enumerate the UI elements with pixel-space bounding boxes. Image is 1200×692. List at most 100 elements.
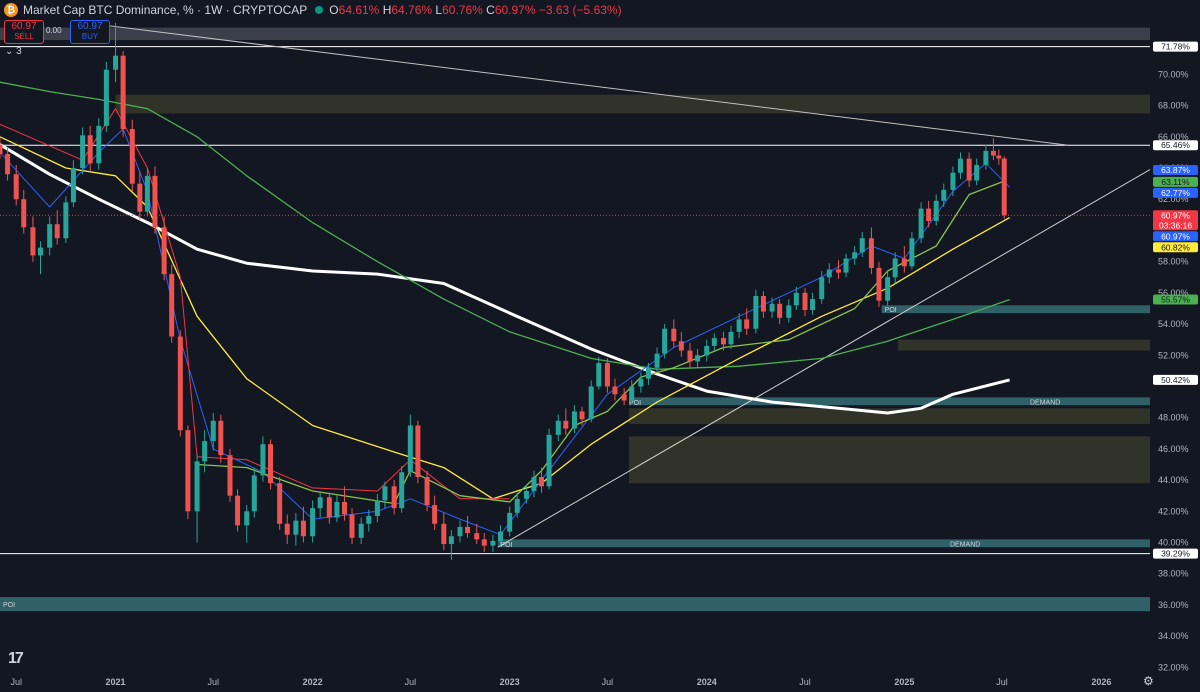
candle-body [909, 238, 915, 267]
candle [546, 428, 552, 490]
price-badge-label: 60.97% [1161, 231, 1190, 241]
buy-button[interactable]: 60.97 BUY [70, 20, 110, 44]
candle-body [374, 500, 380, 516]
y-tick-label: 58.00% [1158, 257, 1189, 267]
price-badge: 55.57% [1153, 294, 1198, 305]
candle-body [358, 523, 364, 538]
candle-body [885, 277, 891, 301]
zone-demand-4 [628, 397, 1150, 406]
candle-body [736, 319, 742, 332]
candle-body [481, 539, 487, 546]
zone-supply-1 [115, 94, 1150, 114]
x-tick-label: Jul [602, 677, 614, 687]
candle [662, 324, 668, 359]
candle-body [933, 200, 939, 222]
price-badge-label: 39.29% [1161, 549, 1190, 559]
candle-body [769, 303, 775, 312]
candle [588, 380, 594, 423]
zone-label: DEMAND [1030, 399, 1060, 406]
candle-body [415, 425, 421, 477]
candle-body [892, 258, 898, 278]
zone-demand-7 [497, 539, 1150, 548]
candle-body [704, 345, 710, 356]
candle [185, 425, 191, 520]
x-tick-label: Jul [10, 677, 22, 687]
candle-body [579, 411, 585, 420]
settings-gear-icon[interactable]: ⚙ [1143, 674, 1154, 688]
symbol-title[interactable]: Market Cap BTC Dominance, % · 1W · CRYPT… [23, 3, 307, 17]
candle-body [326, 497, 332, 518]
price-badge: 50.42% [1153, 374, 1198, 385]
candle-body [990, 150, 996, 156]
candle-body [695, 355, 701, 362]
candle [876, 261, 882, 307]
candle-body [546, 434, 552, 487]
sell-button[interactable]: 60.97 SELL [4, 20, 44, 44]
candle-body [957, 158, 963, 173]
candle-body [868, 238, 874, 268]
candle-body [720, 338, 726, 345]
candle-body [662, 328, 668, 354]
candle-body [966, 158, 972, 181]
candle-body [13, 174, 19, 200]
candle-body [293, 520, 299, 535]
candle-body [793, 292, 799, 306]
candle-body [497, 531, 503, 541]
y-tick-label: 44.00% [1158, 475, 1189, 485]
candle-body [645, 367, 651, 379]
candle-body [711, 338, 717, 346]
zone-poi-8 [0, 597, 1150, 612]
candle-body [152, 175, 158, 228]
price-badge-label: 50.42% [1161, 375, 1190, 385]
indicator-collapse-toggle[interactable]: ⌄ 3 [5, 46, 22, 57]
countdown-label: 03:36:16 [1159, 220, 1192, 230]
candle-body [621, 394, 627, 401]
candle-body [678, 341, 684, 351]
y-tick-label: 36.00% [1158, 600, 1189, 610]
poi-label: POI [500, 542, 512, 549]
candle-body [555, 420, 561, 435]
candle-body [604, 363, 610, 387]
candle-body [753, 295, 759, 329]
candle-body [161, 227, 167, 275]
x-tick-label: 2021 [106, 677, 126, 687]
candle [120, 51, 126, 137]
candle-body [687, 350, 693, 362]
candle-body [654, 353, 660, 368]
candle-body [382, 486, 388, 501]
candle-body [1001, 158, 1007, 216]
price-badge-label: 63.87% [1161, 165, 1190, 175]
candle [227, 448, 233, 502]
candle-body [457, 526, 463, 537]
candle [399, 466, 405, 513]
candle-body [260, 444, 266, 476]
candle-body [96, 125, 102, 164]
candle-body [671, 328, 677, 342]
x-tick-label: Jul [208, 677, 220, 687]
candle-body [852, 252, 858, 259]
candle-body [366, 515, 372, 524]
y-tick-label: 34.00% [1158, 631, 1189, 641]
candle-body [0, 144, 3, 154]
candle-body [227, 455, 233, 496]
candle-body [120, 55, 126, 130]
candle-body [103, 69, 109, 126]
price-badge-label: 60.82% [1161, 242, 1190, 252]
price-chart[interactable]: POIDEMANDDEMANDPOIPOIPOI70.00%68.00%66.0… [0, 0, 1200, 692]
price-badge-label: 65.46% [1161, 140, 1190, 150]
zone-supply-3 [897, 339, 1150, 351]
candle-body [407, 425, 413, 473]
x-tick-label: Jul [799, 677, 811, 687]
candle-body [983, 150, 989, 165]
y-tick-label: 70.00% [1158, 69, 1189, 79]
y-tick-label: 48.00% [1158, 413, 1189, 423]
candle-body [341, 501, 347, 515]
candle-body [728, 331, 734, 345]
candle-body [5, 153, 11, 175]
candle-body [30, 227, 36, 256]
candle-body [996, 155, 1002, 159]
candle-body [284, 523, 290, 535]
candle [63, 196, 69, 243]
candle-body [744, 319, 750, 329]
candle-body [514, 498, 520, 513]
